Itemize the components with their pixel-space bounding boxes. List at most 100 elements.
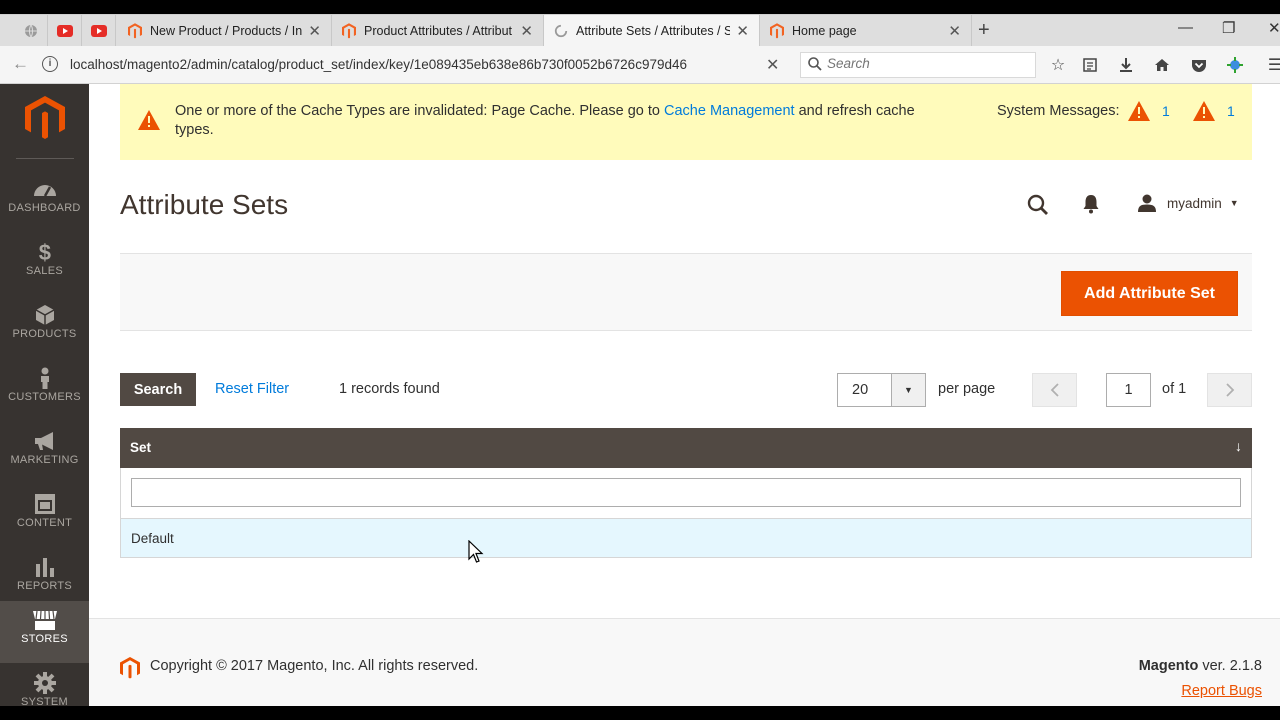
report-bugs-link[interactable]: Report Bugs	[1181, 683, 1262, 699]
window-close-icon[interactable]: ✕	[1268, 19, 1280, 37]
magento-logo-icon	[120, 657, 140, 679]
column-header-set[interactable]: Set	[130, 440, 151, 455]
records-found: 1 records found	[339, 381, 440, 397]
magento-logo-icon	[342, 23, 356, 39]
sidebar-item-label: STORES	[21, 633, 68, 645]
warning-icon	[1128, 101, 1150, 121]
mouse-cursor-icon	[468, 540, 484, 563]
browser-tab-new-product[interactable]: New Product / Products / In ✕	[118, 15, 332, 47]
close-icon[interactable]: ✕	[948, 22, 961, 40]
youtube-icon	[90, 25, 107, 37]
warning-icon	[138, 110, 160, 130]
tab-title: New Product / Products / In	[150, 24, 303, 38]
admin-user-menu[interactable]: myadmin ▼	[1137, 194, 1239, 212]
copyright-text: Copyright © 2017 Magento, Inc. All right…	[150, 658, 479, 674]
system-message-critical[interactable]: 1	[1128, 101, 1170, 121]
download-icon[interactable]	[1115, 54, 1137, 76]
info-icon[interactable]: i	[42, 56, 58, 72]
admin-sidebar: DASHBOARD $ SALES PRODUCTS CUSTOMERS MAR…	[0, 84, 89, 706]
search-button[interactable]: Search	[120, 373, 196, 406]
sidebar-divider	[16, 158, 74, 159]
pinned-tab-youtube-2[interactable]	[82, 15, 116, 47]
close-icon[interactable]: ✕	[308, 22, 321, 40]
sidebar-item-products[interactable]: PRODUCTS	[0, 296, 89, 358]
megaphone-icon	[34, 432, 53, 450]
back-arrow-icon[interactable]: ←	[12, 54, 29, 74]
tab-title: Home page	[792, 24, 857, 38]
menu-hamburger-icon[interactable]: ☰	[1264, 54, 1280, 76]
sidebar-item-label: CUSTOMERS	[8, 391, 81, 403]
notice-text-before: One or more of the Cache Types are inval…	[175, 103, 664, 119]
browser-tab-bar: New Product / Products / In ✕ Product At…	[0, 14, 1280, 47]
sidebar-item-dashboard[interactable]: DASHBOARD	[0, 170, 89, 232]
sidebar-item-stores[interactable]: STORES	[0, 601, 89, 663]
extension-icon[interactable]	[1224, 54, 1246, 76]
previous-page-button[interactable]	[1032, 373, 1077, 407]
sidebar-item-customers[interactable]: CUSTOMERS	[0, 359, 89, 421]
set-name-filter-input[interactable]	[131, 478, 1241, 507]
sort-arrow-down-icon[interactable]: ↓	[1235, 438, 1242, 454]
magento-logo-icon	[770, 23, 784, 39]
cache-notice-banner: One or more of the Cache Types are inval…	[120, 84, 1252, 160]
browser-search-box[interactable]	[800, 52, 1036, 78]
page-number-input[interactable]	[1106, 373, 1151, 407]
clear-url-icon[interactable]: ✕	[766, 55, 779, 75]
pinned-tab-youtube-1[interactable]	[48, 15, 82, 47]
search-icon	[808, 57, 822, 71]
url-bar[interactable]: i localhost/magento2/admin/catalog/produ…	[36, 51, 792, 79]
notice-message: One or more of the Cache Types are inval…	[175, 102, 935, 140]
browser-tab-attribute-sets[interactable]: Attribute Sets / Attributes / S ✕	[544, 15, 760, 47]
pinned-tab-globe[interactable]	[14, 15, 48, 47]
dollar-icon: $	[38, 241, 51, 263]
next-page-button[interactable]	[1207, 373, 1252, 407]
sidebar-item-label: CONTENT	[16, 517, 73, 529]
close-icon[interactable]: ✕	[736, 22, 749, 40]
gear-icon	[33, 672, 56, 694]
bell-icon[interactable]	[1082, 194, 1100, 214]
table-cell-set[interactable]: Default	[131, 531, 174, 546]
url-text[interactable]: localhost/magento2/admin/catalog/product…	[70, 57, 730, 72]
version-text: ver. 2.1.8	[1198, 658, 1262, 674]
sidebar-item-label: SYSTEM	[20, 696, 69, 706]
sidebar-item-content[interactable]: CONTENT	[0, 485, 89, 547]
tab-title: Product Attributes / Attribut	[364, 24, 512, 38]
add-attribute-set-button[interactable]: Add Attribute Set	[1061, 271, 1238, 316]
warning-icon	[1193, 101, 1215, 121]
person-icon	[40, 367, 49, 389]
new-tab-plus-icon[interactable]: +	[978, 19, 990, 42]
sidebar-item-label: PRODUCTS	[12, 328, 77, 340]
system-messages-label: System Messages:	[997, 103, 1120, 119]
search-icon[interactable]	[1027, 194, 1049, 216]
close-icon[interactable]: ✕	[520, 22, 533, 40]
chevron-left-icon	[1050, 383, 1059, 397]
svg-text:$: $	[38, 241, 51, 263]
dashboard-icon	[33, 185, 56, 197]
cache-management-link[interactable]: Cache Management	[664, 103, 795, 119]
loading-spinner-icon	[554, 24, 568, 38]
sidebar-item-marketing[interactable]: MARKETING	[0, 422, 89, 484]
magento-logo-icon[interactable]	[25, 96, 65, 140]
grid-toolbar: Search Reset Filter 1 records found 20 ▼…	[120, 373, 1252, 407]
restore-icon[interactable]: ❐	[1222, 19, 1235, 37]
browser-tab-product-attributes[interactable]: Product Attributes / Attribut ✕	[332, 15, 544, 47]
browser-tab-home-page[interactable]: Home page ✕	[760, 15, 972, 47]
cube-icon	[35, 305, 54, 325]
reset-filter-link[interactable]: Reset Filter	[215, 381, 289, 397]
globe-icon	[24, 24, 37, 38]
system-message-count: 1	[1227, 103, 1235, 119]
system-message-major[interactable]: 1	[1193, 101, 1235, 121]
youtube-icon	[56, 25, 73, 37]
pocket-icon[interactable]	[1188, 54, 1210, 76]
sidebar-item-sales[interactable]: $ SALES	[0, 233, 89, 295]
table-row[interactable]: Default	[120, 518, 1252, 558]
chevron-down-icon[interactable]: ▼	[891, 374, 925, 406]
browser-search-input[interactable]	[827, 56, 1027, 71]
sidebar-item-system[interactable]: SYSTEM	[0, 664, 89, 706]
chevron-right-icon	[1225, 383, 1234, 397]
home-icon[interactable]	[1151, 54, 1173, 76]
tab-title: Attribute Sets / Attributes / S	[576, 24, 731, 38]
reading-list-icon[interactable]	[1079, 54, 1101, 76]
minimize-icon[interactable]: —	[1178, 19, 1193, 36]
bookmark-star-icon[interactable]: ☆	[1047, 54, 1069, 76]
per-page-select[interactable]: 20 ▼	[837, 373, 926, 407]
